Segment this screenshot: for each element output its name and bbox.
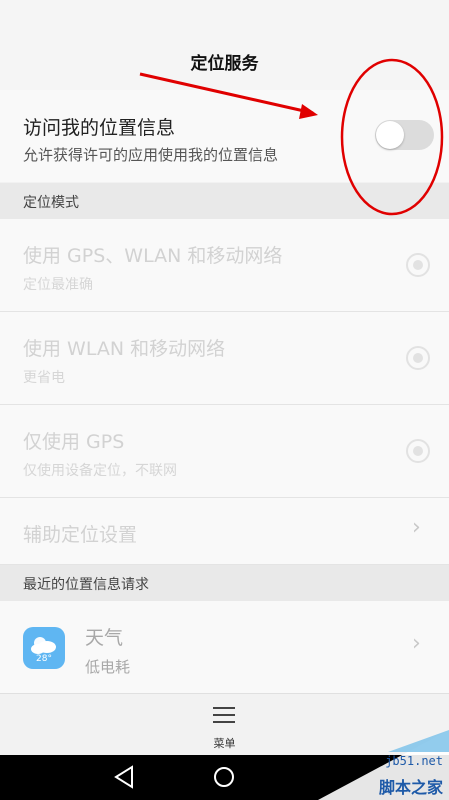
back-icon[interactable] (114, 765, 133, 789)
weather-icon-label: 28° (36, 654, 52, 664)
section-header-mode: 定位模式 (0, 183, 449, 219)
app-subtitle: 低电耗 (85, 658, 131, 676)
watermark-site: 脚本之家 (378, 778, 443, 797)
location-access-toggle[interactable] (375, 120, 434, 150)
mode-radio[interactable] (406, 439, 430, 463)
mode-radio[interactable] (406, 253, 430, 277)
mode-item-battery-saving[interactable]: 使用 WLAN 和移动网络 更省电 (0, 312, 449, 405)
page-title: 定位服务 (190, 54, 259, 74)
menu-icon[interactable] (213, 706, 235, 724)
recent-app-weather[interactable]: 天气 低电耗 › (0, 601, 449, 694)
mode-subtitle: 更省电 (23, 370, 65, 386)
section-header-recent: 最近的位置信息请求 (0, 565, 449, 601)
app-name: 天气 (85, 627, 124, 649)
top-bar: 定位服务 (0, 0, 449, 90)
section-header-mode-label: 定位模式 (23, 195, 79, 211)
mode-item-high-accuracy[interactable]: 使用 GPS、WLAN 和移动网络 定位最准确 (0, 219, 449, 312)
home-icon[interactable] (214, 767, 234, 787)
section-header-recent-label: 最近的位置信息请求 (23, 577, 149, 593)
mode-subtitle: 仅使用设备定位，不联网 (23, 463, 177, 479)
mode-title: 使用 WLAN 和移动网络 (23, 338, 226, 360)
location-access-subtitle: 允许获得许可的应用使用我的位置信息 (23, 146, 279, 164)
mode-title: 仅使用 GPS (23, 431, 125, 453)
location-access-title: 访问我的位置信息 (23, 117, 176, 139)
chevron-right-icon: › (412, 515, 421, 540)
mode-radio[interactable] (406, 346, 430, 370)
weather-icon: 28° (23, 627, 65, 669)
mode-title: 使用 GPS、WLAN 和移动网络 (23, 245, 283, 267)
mode-item-device-only[interactable]: 仅使用 GPS 仅使用设备定位，不联网 (0, 405, 449, 498)
assist-location-settings[interactable]: 辅助定位设置 › (0, 498, 449, 565)
mode-subtitle: 定位最准确 (23, 277, 93, 293)
toggle-knob (376, 121, 404, 149)
chevron-right-icon: › (412, 631, 421, 656)
watermark-url: jb51.net (385, 754, 443, 768)
assist-title: 辅助定位设置 (23, 524, 138, 546)
